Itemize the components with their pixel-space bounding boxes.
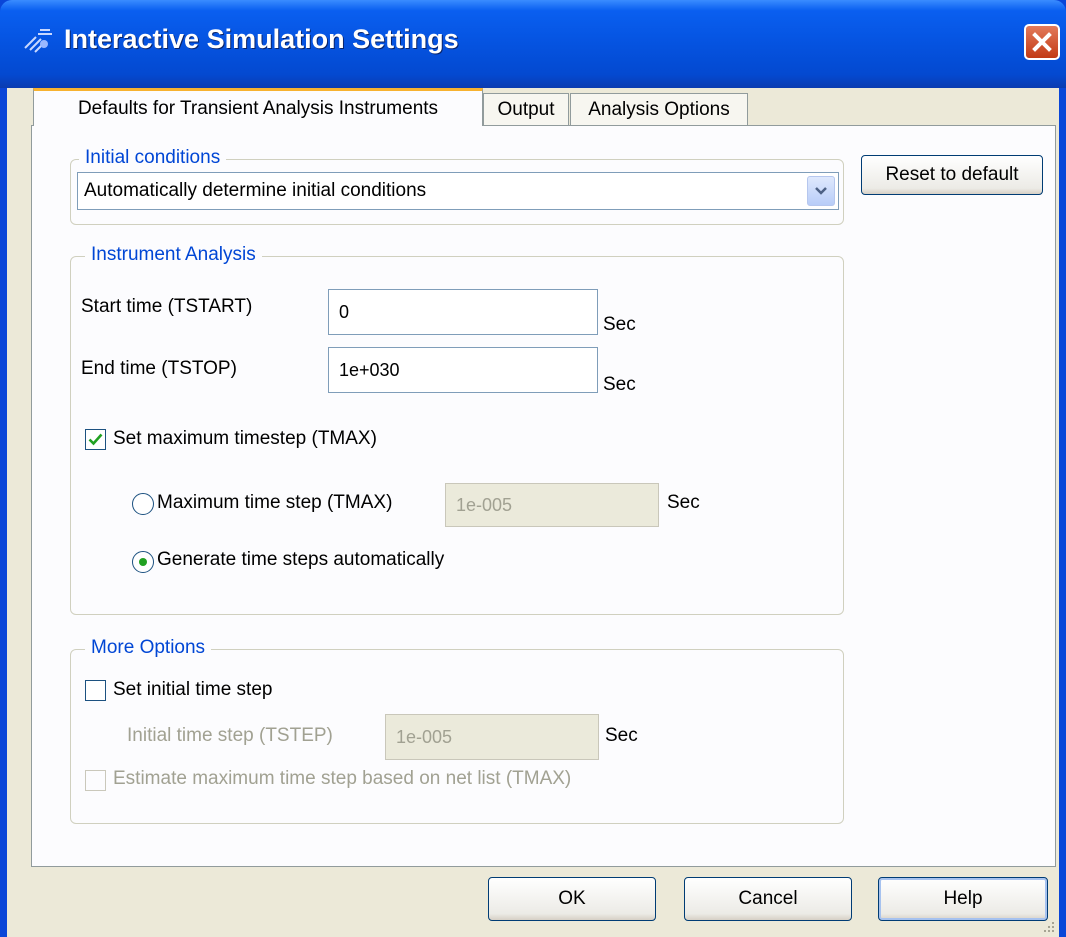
ok-button[interactable]: OK [488, 877, 656, 921]
close-button[interactable] [1024, 24, 1060, 60]
auto-time-steps-radio[interactable] [132, 551, 154, 573]
title-bar[interactable]: Interactive Simulation Settings [0, 0, 1066, 88]
cancel-button[interactable]: Cancel [684, 877, 852, 921]
max-time-step-value: 1e-005 [456, 494, 513, 515]
reset-button-label: Reset to default [885, 164, 1019, 185]
checkmark-icon [88, 433, 103, 446]
set-initial-step-label: Set initial time step [113, 679, 273, 700]
instrument-analysis-group: Instrument Analysis Start time (TSTART) … [70, 244, 844, 615]
reset-to-default-button[interactable]: Reset to default [861, 155, 1043, 195]
tab-output[interactable]: Output [483, 93, 569, 126]
more-options-legend: More Options [85, 637, 212, 659]
tab-label: Defaults for Transient Analysis Instrume… [77, 97, 439, 119]
tab-defaults-transient[interactable]: Defaults for Transient Analysis Instrume… [33, 88, 483, 126]
simulation-icon [24, 29, 52, 53]
initial-step-unit: Sec [605, 725, 638, 746]
help-button[interactable]: Help [878, 877, 1048, 921]
end-time-label: End time (TSTOP) [81, 358, 237, 379]
max-time-step-unit: Sec [667, 492, 700, 513]
end-time-value: 1e+030 [339, 359, 400, 380]
set-max-timestep-label: Set maximum timestep (TMAX) [113, 428, 377, 449]
initial-conditions-select[interactable]: Automatically determine initial conditio… [77, 172, 839, 210]
instrument-analysis-legend: Instrument Analysis [85, 244, 262, 266]
dialog-body: Defaults for Transient Analysis Instrume… [7, 88, 1059, 937]
auto-time-steps-label: Generate time steps automatically [157, 549, 445, 570]
initial-conditions-legend: Initial conditions [79, 147, 227, 169]
cancel-label: Cancel [738, 888, 798, 909]
set-initial-step-checkbox[interactable] [85, 680, 106, 701]
radio-selected-dot [139, 558, 147, 566]
tab-analysis-options[interactable]: Analysis Options [570, 93, 748, 126]
initial-conditions-value: Automatically determine initial conditio… [84, 180, 427, 201]
chevron-down-icon[interactable] [807, 176, 835, 206]
set-max-timestep-checkbox[interactable] [85, 429, 106, 450]
max-time-step-input[interactable]: 1e-005 [445, 483, 659, 527]
help-label: Help [943, 888, 983, 909]
ok-label: OK [558, 888, 586, 909]
resize-grip-icon[interactable] [1041, 919, 1055, 933]
start-time-unit: Sec [603, 314, 636, 335]
end-time-unit: Sec [603, 374, 636, 395]
start-time-label: Start time (TSTART) [81, 296, 253, 317]
tab-label: Output [497, 99, 555, 120]
window-title: Interactive Simulation Settings [64, 24, 459, 54]
tab-label: Analysis Options [588, 99, 730, 120]
initial-step-label: Initial time step (TSTEP) [127, 725, 333, 746]
more-options-group: More Options Set initial time step Initi… [70, 637, 844, 824]
max-time-step-radio[interactable] [132, 493, 154, 515]
initial-step-input[interactable]: 1e-005 [385, 714, 599, 760]
estimate-max-label: Estimate maximum time step based on net … [113, 768, 572, 789]
close-icon [1032, 32, 1052, 52]
max-time-step-label: Maximum time step (TMAX) [157, 492, 393, 513]
dialog-window: Interactive Simulation Settings Defaults… [0, 0, 1066, 937]
start-time-input[interactable]: 0 [328, 289, 598, 335]
initial-step-value: 1e-005 [396, 726, 453, 747]
initial-conditions-group: Initial conditions Automatically determi… [70, 147, 844, 225]
tab-panel: Initial conditions Automatically determi… [31, 125, 1056, 867]
end-time-input[interactable]: 1e+030 [328, 347, 598, 393]
start-time-value: 0 [339, 301, 350, 322]
estimate-max-checkbox[interactable] [85, 770, 106, 791]
